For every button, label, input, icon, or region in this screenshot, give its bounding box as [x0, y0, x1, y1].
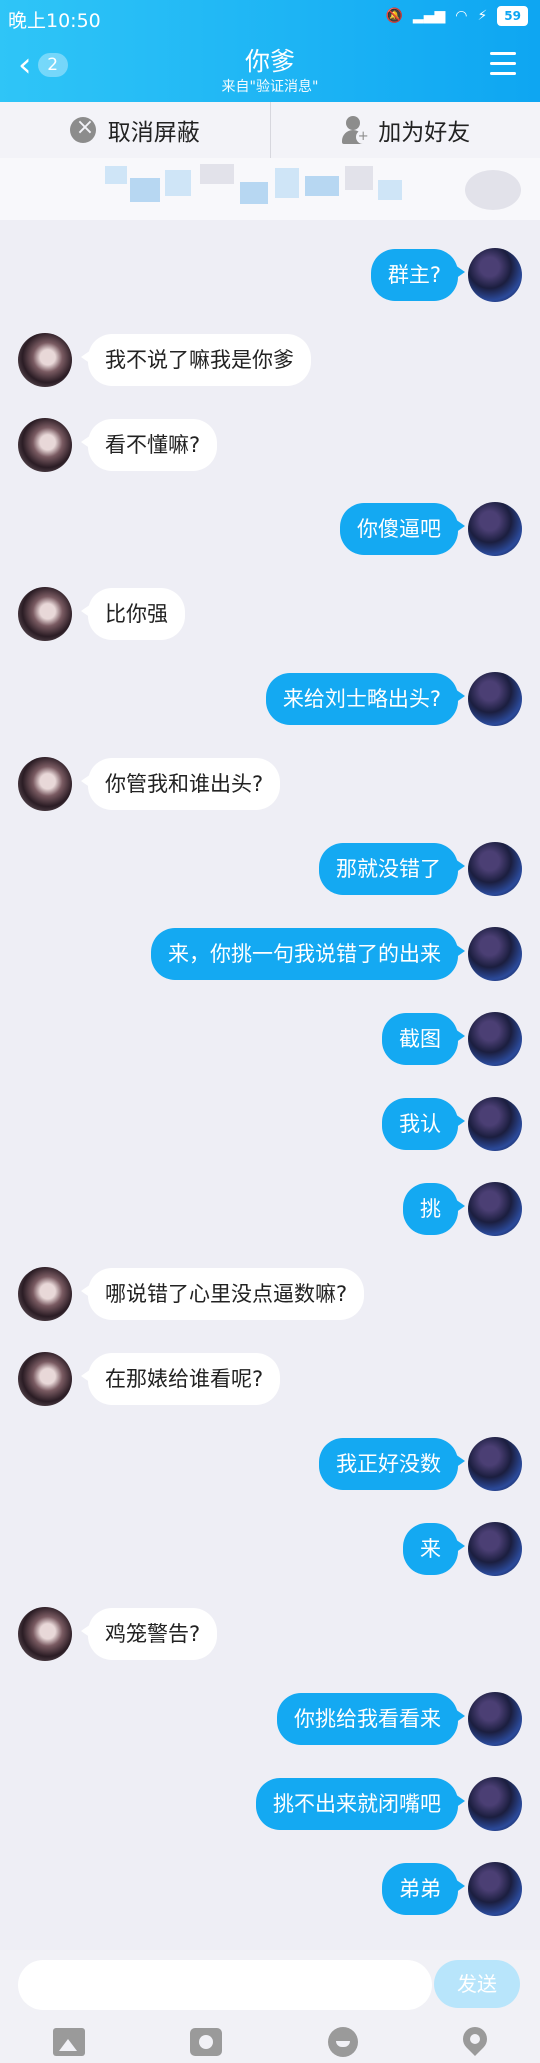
menu-icon-line	[490, 62, 516, 65]
input-bar: 发送	[0, 1950, 540, 2063]
add-friend-label: 加为好友	[378, 120, 471, 146]
message-bubble[interactable]: 来给刘士略出头?	[265, 673, 466, 725]
message-bubble[interactable]: 挑	[403, 1183, 465, 1235]
message-bubble[interactable]: 那就没错了	[319, 843, 465, 895]
message-bubble[interactable]: 来	[403, 1523, 465, 1575]
attachment-toolbar	[0, 2020, 540, 2063]
chat-subtitle: 来自"验证消息"	[221, 79, 319, 95]
message-bubble[interactable]: 在那婊给谁看呢?	[80, 1353, 281, 1405]
signal-icon: ▂▄▆	[412, 8, 446, 24]
my-avatar[interactable]	[468, 672, 522, 726]
battery-indicator: 59	[497, 6, 528, 26]
my-avatar[interactable]	[468, 1522, 522, 1576]
status-time: 晚上10:50	[8, 10, 101, 32]
my-avatar[interactable]	[468, 248, 522, 302]
image-icon[interactable]	[52, 2027, 85, 2056]
my-avatar[interactable]	[468, 1777, 522, 1831]
message-input[interactable]	[18, 1960, 432, 2010]
message-bubble[interactable]: 截图	[382, 1013, 465, 1065]
camera-icon[interactable]	[190, 2027, 223, 2056]
contact-avatar[interactable]	[18, 418, 72, 472]
menu-icon-line	[490, 52, 516, 55]
unblock-button[interactable]: 取消屏蔽	[0, 102, 270, 158]
unblock-label: 取消屏蔽	[107, 120, 200, 146]
message-bubble[interactable]: 比你强	[81, 588, 185, 640]
my-avatar[interactable]	[468, 1437, 522, 1491]
message-bubble[interactable]: 你挑给我看看来	[277, 1693, 465, 1745]
my-avatar[interactable]	[468, 927, 522, 981]
menu-icon-line	[490, 72, 516, 75]
message-bubble[interactable]: 我不说了嘛我是你爹	[81, 334, 311, 386]
contact-action-bar: 取消屏蔽 + 加为好友	[0, 102, 540, 159]
message-bubble[interactable]: 弟弟	[382, 1863, 465, 1915]
message-bubble[interactable]: 挑不出来就闭嘴吧	[256, 1778, 465, 1830]
send-button[interactable]: 发送	[434, 1960, 520, 2008]
wifi-icon: ◠	[455, 8, 468, 24]
message-bubble[interactable]: 鸡笼警告?	[80, 1608, 218, 1660]
my-avatar[interactable]	[468, 1012, 522, 1066]
unblock-icon	[69, 115, 96, 143]
my-avatar[interactable]	[468, 502, 522, 556]
contact-avatar[interactable]	[18, 757, 72, 811]
status-bar: 晚上10:50 🔕 ▂▄▆ ◠ ⚡ 59	[0, 0, 540, 34]
emoji-icon[interactable]	[327, 2026, 358, 2057]
add-friend-icon: +	[340, 116, 371, 144]
message-bubble[interactable]: 看不懂嘛?	[80, 419, 218, 471]
contact-avatar[interactable]	[18, 587, 72, 641]
my-avatar[interactable]	[468, 1182, 522, 1236]
contact-avatar[interactable]	[18, 333, 72, 387]
location-icon[interactable]	[463, 2027, 487, 2057]
add-friend-button[interactable]: + 加为好友	[269, 102, 540, 158]
message-bubble[interactable]: 我正好没数	[319, 1438, 465, 1490]
message-bubble[interactable]: 你管我和谁出头?	[80, 758, 281, 810]
charging-icon: ⚡	[477, 8, 488, 24]
my-avatar[interactable]	[468, 1097, 522, 1151]
message-bubble[interactable]: 你傻逼吧	[340, 503, 465, 555]
contact-avatar[interactable]	[18, 1352, 72, 1406]
message-bubble[interactable]: 我认	[382, 1098, 465, 1150]
my-avatar[interactable]	[468, 1862, 522, 1916]
my-avatar[interactable]	[468, 842, 522, 896]
menu-button[interactable]	[490, 52, 516, 82]
status-icons: 🔕 ▂▄▆ ◠ ⚡ 59	[385, 6, 528, 26]
contact-avatar[interactable]	[18, 1267, 72, 1321]
message-bubble[interactable]: 哪说错了心里没点逼数嘛?	[80, 1268, 365, 1320]
mute-icon: 🔕	[385, 8, 403, 24]
chat-header: ‹ 2 你爹 来自"验证消息"	[0, 34, 540, 102]
message-bubble[interactable]: 来，你挑一句我说错了的出来	[151, 928, 465, 980]
contact-avatar[interactable]	[18, 1607, 72, 1661]
message-bubble[interactable]: 群主?	[370, 249, 466, 301]
pixelated-message	[0, 158, 540, 220]
chat-title: 你爹	[244, 47, 295, 76]
my-avatar[interactable]	[468, 1692, 522, 1746]
